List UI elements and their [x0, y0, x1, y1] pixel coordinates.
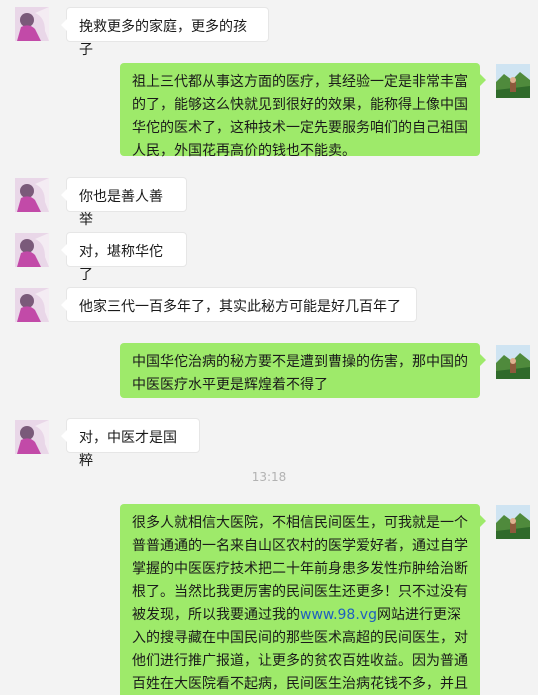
- message-text: 你也是善人善举: [79, 189, 163, 228]
- message-text: 对，中医才是国粹: [79, 430, 177, 469]
- message-text: 中国华佗治病的秘方要不是遭到曹操的伤害，那中国的中医医疗水平更是辉煌着不得了: [132, 354, 468, 393]
- message-bubble[interactable]: 挽救更多的家庭，更多的孩子: [61, 7, 269, 58]
- chat-window: 挽救更多的家庭，更多的孩子 祖上三代都从事这方面的医疗，其经验一定是非常丰富的了…: [0, 0, 538, 695]
- message-bubble[interactable]: 你也是善人善举: [61, 177, 187, 228]
- message-bubble[interactable]: 很多人就相信大医院，不相信民间医生，可我就是一个普普通通的一名来自山区农村的医学…: [120, 504, 486, 695]
- contact-avatar[interactable]: [15, 288, 49, 322]
- message-bubble[interactable]: 对，中医才是国粹: [61, 418, 200, 469]
- message-bubble[interactable]: 中国华佗治病的秘方要不是遭到曹操的伤害，那中国的中医医疗水平更是辉煌着不得了: [120, 343, 486, 398]
- contact-avatar[interactable]: [15, 420, 49, 454]
- contact-avatar[interactable]: [15, 178, 49, 212]
- website-link[interactable]: www.98.vg: [300, 607, 377, 623]
- user-avatar[interactable]: [496, 345, 530, 379]
- message-text: 他家三代一百多年了，其实此秘方可能是好几百年了: [79, 299, 401, 315]
- message-bubble[interactable]: 对，堪称华佗了: [61, 232, 187, 283]
- message-text: 挽救更多的家庭，更多的孩子: [79, 19, 247, 58]
- message-timestamp: 13:18: [251, 470, 287, 484]
- message-text: 对，堪称华佗了: [79, 244, 163, 283]
- user-avatar[interactable]: [496, 64, 530, 98]
- user-avatar[interactable]: [496, 505, 530, 539]
- message-bubble[interactable]: 祖上三代都从事这方面的医疗，其经验一定是非常丰富的了，能够这么快就见到很好的效果…: [120, 63, 486, 159]
- contact-avatar[interactable]: [15, 233, 49, 267]
- message-bubble[interactable]: 他家三代一百多年了，其实此秘方可能是好几百年了: [61, 287, 417, 322]
- contact-avatar[interactable]: [15, 7, 49, 41]
- message-text: 祖上三代都从事这方面的医疗，其经验一定是非常丰富的了，能够这么快就见到很好的效果…: [132, 74, 468, 159]
